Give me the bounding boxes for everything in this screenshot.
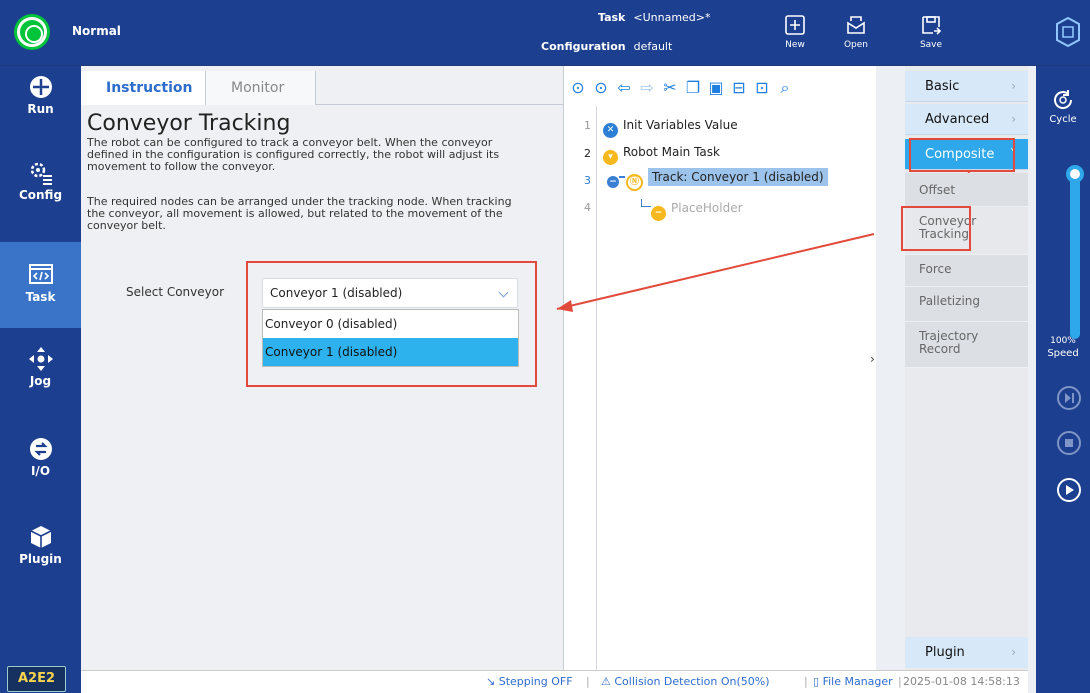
line-number: 2 <box>584 147 591 160</box>
nav-run[interactable]: Run <box>0 74 81 160</box>
play-button[interactable] <box>1057 478 1081 502</box>
move-down-icon[interactable]: ⊙ <box>591 78 611 98</box>
main-area: Instruction Monitor Conveyor Tracking Th… <box>81 66 1089 693</box>
step-button[interactable] <box>1057 386 1081 410</box>
nav-jog[interactable]: Jog <box>0 346 81 432</box>
paste-icon[interactable]: ▣ <box>706 78 726 98</box>
expand-chevron-icon[interactable]: › <box>870 352 875 366</box>
stop-button[interactable] <box>1057 431 1081 455</box>
program-toolbar: ⊙ ⊙ ⇦ ⇨ ✂ ❐ ▣ ⊟ ⊡ ⌕ <box>564 71 877 105</box>
open-folder-icon <box>847 16 865 34</box>
stepping-status[interactable]: ↘ Stepping OFF <box>486 675 573 688</box>
new-button[interactable]: New <box>775 14 815 50</box>
plugin-icon <box>30 526 51 548</box>
conveyor-node-icon: Ⓝ <box>626 174 643 191</box>
cut-icon[interactable]: ✂ <box>660 78 680 98</box>
task-node-icon: ▾ <box>603 150 618 165</box>
tree-node-track[interactable]: − Ⓝ Track: Conveyor 1 (disabled) <box>607 168 828 191</box>
run-icon <box>29 76 52 98</box>
category-plugin[interactable]: Plugin › <box>905 637 1028 668</box>
brand-logo-icon <box>1056 16 1080 48</box>
io-icon <box>29 438 52 460</box>
status-bar: ↘ Stepping OFF | ⚠ Collision Detection O… <box>81 670 1028 693</box>
tree-node-init-variables[interactable]: ✕ Init Variables Value <box>603 118 738 138</box>
robot-status: Normal <box>72 24 121 38</box>
jog-icon <box>28 347 53 371</box>
command-palletizing[interactable]: Palletizing <box>905 287 1028 322</box>
redo-icon[interactable]: ⇨ <box>637 78 657 98</box>
top-bar: Normal Task <Unnamed>* Configuration defau… <box>0 0 1090 65</box>
line-number: 1 <box>584 119 591 132</box>
run-control-bar: Cycle 100% Speed <box>1036 66 1090 693</box>
device-badge: A2E2 <box>7 666 66 692</box>
cycle-icon[interactable] <box>1051 88 1075 112</box>
line-number: 3 <box>584 174 591 187</box>
undo-icon[interactable]: ⇦ <box>614 78 634 98</box>
line-number: 4 <box>584 201 591 214</box>
configuration-info: Configuration default <box>541 40 673 53</box>
chevron-right-icon: › <box>1011 112 1016 126</box>
collision-status[interactable]: ⚠ Collision Detection On(50%) <box>601 675 770 688</box>
tree-connector <box>641 199 651 207</box>
main-navigation: Run Config Task Jog I/O Plugin A2E2 <box>0 66 81 693</box>
tab-monitor[interactable]: Monitor <box>206 71 316 105</box>
speed-label: Speed <box>1047 348 1079 359</box>
config-icon <box>30 162 52 185</box>
command-offset[interactable]: Offset <box>905 173 1028 207</box>
placeholder-icon: − <box>651 206 666 221</box>
tree-node-main-task[interactable]: ▾ Robot Main Task <box>603 145 720 165</box>
variables-icon: ✕ <box>603 123 618 138</box>
description-line: movement to follow the conveyor. <box>87 160 276 173</box>
status-indicator-icon <box>17 17 47 47</box>
delete-icon[interactable]: ⊟ <box>729 78 749 98</box>
open-button[interactable]: Open <box>836 14 876 50</box>
play-icon <box>1066 485 1074 495</box>
collapse-icon[interactable]: − <box>607 176 619 188</box>
nav-plugin[interactable]: Plugin <box>0 524 81 610</box>
annotation-box <box>909 138 1015 172</box>
new-file-icon <box>785 15 805 35</box>
nav-io[interactable]: I/O <box>0 436 81 522</box>
chevron-right-icon: › <box>1011 645 1016 659</box>
annotation-arrow <box>556 233 875 312</box>
instruction-panel: Instruction Monitor Conveyor Tracking Th… <box>81 66 563 670</box>
category-basic[interactable]: Basic › <box>905 71 1028 102</box>
task-info: Task <Unnamed>* <box>598 11 711 24</box>
annotation-box <box>901 206 971 251</box>
search-icon[interactable]: ⌕ <box>775 78 795 98</box>
step-icon <box>1065 393 1074 403</box>
speed-slider-track[interactable] <box>1070 173 1080 339</box>
nav-config[interactable]: Config <box>0 160 81 246</box>
panel-tabs: Instruction Monitor <box>81 71 563 105</box>
stop-icon <box>1065 439 1073 447</box>
category-advanced[interactable]: Advanced › <box>905 104 1028 135</box>
command-force[interactable]: Force <box>905 255 1028 287</box>
move-up-icon[interactable]: ⊙ <box>568 78 588 98</box>
select-conveyor-label: Select Conveyor <box>126 285 225 299</box>
tree-connector <box>619 176 625 178</box>
description-line: conveyor belt. <box>87 219 166 232</box>
tab-instruction[interactable]: Instruction <box>81 71 206 105</box>
save-icon <box>922 16 942 35</box>
page-title: Conveyor Tracking <box>87 111 291 136</box>
chevron-right-icon: › <box>1011 79 1016 93</box>
line-gutter <box>564 106 597 670</box>
datetime: 2025-01-08 14:58:13 <box>903 675 1020 688</box>
program-tree-panel: ⊙ ⊙ ⇦ ⇨ ✂ ❐ ▣ ⊟ ⊡ ⌕ 1 2 3 4 ✕ Init Variab… <box>556 66 877 670</box>
copy-icon[interactable]: ❐ <box>683 78 703 98</box>
command-trajectory-record[interactable]: Trajectory Record <box>905 322 1028 368</box>
save-button[interactable]: Save <box>911 14 951 50</box>
file-manager-link[interactable]: ▯ File Manager <box>813 675 893 688</box>
suppress-icon[interactable]: ⊡ <box>752 78 772 98</box>
annotation-box <box>246 261 537 387</box>
speed-slider-handle[interactable] <box>1066 165 1084 183</box>
speed-value: 100% <box>1050 336 1076 346</box>
cycle-label: Cycle <box>1049 114 1077 125</box>
tree-node-placeholder[interactable]: − PlaceHolder <box>641 199 743 221</box>
task-icon <box>28 264 53 284</box>
nav-task[interactable]: Task <box>0 242 81 328</box>
